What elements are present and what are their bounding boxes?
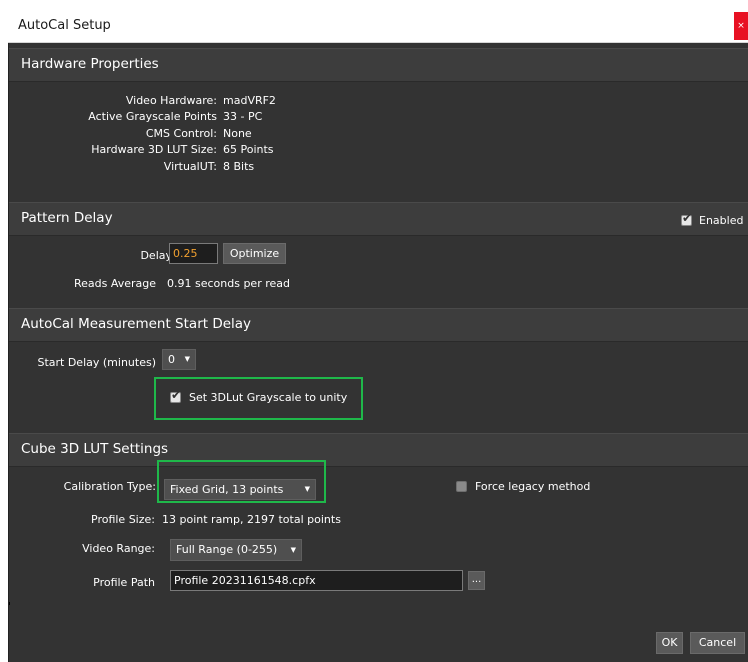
- calibration-type-label: Calibration Type:: [63, 480, 156, 493]
- active-grayscale-value: 33 - PC: [223, 110, 263, 123]
- section-start-delay: AutoCal Measurement Start Delay: [9, 308, 748, 342]
- video-range-value: Full Range (0-255): [176, 543, 278, 556]
- video-range-label: Video Range:: [82, 542, 155, 555]
- calibration-type-dropdown[interactable]: Fixed Grid, 13 points ▼: [164, 479, 316, 500]
- close-button[interactable]: ×: [734, 12, 748, 40]
- chevron-down-icon: ▼: [184, 355, 190, 363]
- title-bar: AutoCal Setup ×: [8, 10, 748, 43]
- hardware-lut-size-label: Hardware 3D LUT Size:: [91, 143, 217, 156]
- hardware-lut-size-value: 65 Points: [223, 143, 274, 156]
- video-hardware-label: Video Hardware:: [125, 94, 217, 107]
- unity-checkbox[interactable]: ✔: [170, 388, 182, 403]
- section-pattern-delay: Pattern Delay: [9, 202, 748, 236]
- delay-label: Delay: [140, 249, 172, 262]
- dialog-body: Hardware Properties Video Hardware: madV…: [8, 43, 748, 662]
- chevron-down-icon: ▼: [290, 546, 296, 554]
- section-title: AutoCal Measurement Start Delay: [21, 316, 252, 332]
- profile-path-label: Profile Path: [93, 576, 155, 589]
- cms-control-label: CMS Control:: [145, 127, 217, 140]
- profile-size-value: 13 point ramp, 2197 total points: [162, 513, 341, 526]
- active-grayscale-label: Active Grayscale Points: [88, 110, 217, 123]
- close-icon: ×: [737, 21, 745, 31]
- section-cube-lut: Cube 3D LUT Settings: [9, 433, 748, 467]
- cancel-button[interactable]: Cancel: [690, 632, 745, 654]
- browse-button[interactable]: ...: [468, 571, 485, 590]
- edge-mark: [9, 602, 10, 605]
- virtual-lut-value: 8 Bits: [223, 160, 255, 173]
- ok-button[interactable]: OK: [656, 632, 683, 654]
- section-title: Hardware Properties: [21, 56, 159, 72]
- virtual-lut-label: VirtualUT:: [163, 160, 217, 173]
- force-legacy-label: Force legacy method: [475, 480, 591, 493]
- section-title: Cube 3D LUT Settings: [21, 441, 169, 457]
- enabled-label: Enabled: [699, 214, 744, 227]
- checkmark-icon: ✔: [682, 211, 693, 225]
- start-delay-dropdown[interactable]: 0 ▼: [162, 349, 196, 370]
- cms-control-value: None: [223, 127, 252, 140]
- delay-input[interactable]: 0.25: [169, 243, 218, 264]
- section-title: Pattern Delay: [21, 210, 113, 226]
- force-legacy-checkbox[interactable]: [456, 481, 467, 492]
- section-hardware-properties: Hardware Properties: [9, 48, 748, 82]
- profile-path-input[interactable]: Profile 20231161548.cpfx: [170, 570, 463, 591]
- calibration-type-value: Fixed Grid, 13 points: [170, 483, 284, 496]
- reads-average-value: 0.91 seconds per read: [167, 277, 290, 290]
- checkmark-icon: ✔: [171, 388, 182, 402]
- video-hardware-value: madVRF2: [223, 94, 276, 107]
- start-delay-label: Start Delay (minutes): [37, 356, 156, 369]
- chevron-down-icon: ▼: [304, 485, 310, 493]
- optimize-button[interactable]: Optimize: [223, 243, 286, 264]
- window-title: AutoCal Setup: [18, 18, 111, 33]
- unity-label: Set 3DLut Grayscale to unity: [189, 391, 348, 404]
- profile-size-label: Profile Size:: [91, 513, 155, 526]
- start-delay-value: 0: [168, 353, 175, 366]
- reads-average-label: Reads Average: [73, 277, 156, 290]
- video-range-dropdown[interactable]: Full Range (0-255) ▼: [170, 539, 302, 561]
- enabled-checkbox[interactable]: ✔: [681, 211, 693, 226]
